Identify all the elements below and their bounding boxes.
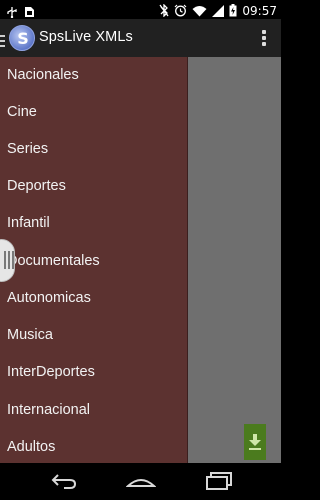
drawer-item-adultos[interactable]: Adultos bbox=[0, 429, 188, 466]
drawer-item-label: Series bbox=[7, 141, 49, 157]
app-title: SpsLive XMLs bbox=[39, 29, 133, 45]
app-logo[interactable]: S bbox=[9, 25, 35, 51]
back-icon[interactable] bbox=[50, 471, 78, 495]
drawer-item-musica[interactable]: Musica bbox=[0, 317, 188, 354]
drawer-item-label: Autonomicas bbox=[7, 290, 91, 306]
download-icon bbox=[248, 434, 262, 454]
status-bar: 09:57 bbox=[0, 0, 281, 19]
drawer-item-documentales[interactable]: Documentales bbox=[0, 243, 188, 280]
logo-letter: S bbox=[17, 29, 29, 48]
navigation-drawer: Nacionales Cine Series Deportes Infantil… bbox=[0, 57, 188, 463]
download-button[interactable] bbox=[244, 424, 266, 460]
drawer-item-autonomicas[interactable]: Autonomicas bbox=[0, 280, 188, 317]
drawer-item-internacional[interactable]: Internacional bbox=[0, 392, 188, 429]
drawer-item-label: Nacionales bbox=[7, 67, 79, 83]
drawer-item-deportes[interactable]: Deportes bbox=[0, 168, 188, 205]
drawer-item-cine[interactable]: Cine bbox=[0, 94, 188, 131]
action-bar: S SpsLive XMLs bbox=[0, 19, 281, 57]
drawer-item-label: Musica bbox=[7, 327, 53, 343]
drawer-item-nacionales[interactable]: Nacionales bbox=[0, 57, 188, 94]
drawer-item-label: Internacional bbox=[7, 402, 91, 418]
drawer-item-label: Cine bbox=[7, 104, 37, 120]
home-icon[interactable] bbox=[125, 471, 157, 495]
drawer-item-label: InterDeportes bbox=[7, 364, 95, 380]
clock: 09:57 bbox=[242, 4, 277, 18]
drawer-item-interdeportes[interactable]: InterDeportes bbox=[0, 354, 188, 391]
content-overlay[interactable] bbox=[188, 57, 281, 463]
drawer-item-label: Adultos bbox=[7, 439, 56, 455]
drawer-drag-handle[interactable] bbox=[0, 239, 15, 282]
drawer-indicator-icon[interactable] bbox=[0, 32, 6, 51]
drawer-item-infantil[interactable]: Infantil bbox=[0, 205, 188, 242]
drawer-item-label: Infantil bbox=[7, 215, 50, 231]
more-vert-icon[interactable] bbox=[261, 30, 267, 48]
drawer-item-series[interactable]: Series bbox=[0, 131, 188, 168]
drawer-item-label: Deportes bbox=[7, 178, 66, 194]
navigation-bar bbox=[0, 463, 281, 500]
recents-icon[interactable] bbox=[205, 471, 233, 495]
drawer-item-label: Documentales bbox=[7, 253, 100, 269]
